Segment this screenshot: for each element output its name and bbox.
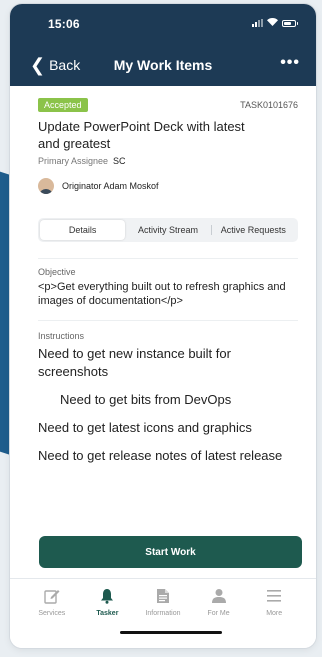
instructions-section: Instructions Need to get new instance bu… <box>38 320 298 465</box>
originator-label: Originator Adam Moskof <box>62 181 159 191</box>
more-options-icon[interactable]: ••• <box>280 54 300 72</box>
nav-bar: ❮ Back My Work Items ••• <box>10 42 316 86</box>
tabbar-item-tasker[interactable]: Tasker <box>81 587 133 617</box>
task-number: TASK0101676 <box>240 100 298 110</box>
tab-details-label: Details <box>68 225 97 235</box>
task-title: Update PowerPoint Deck with latest and g… <box>38 119 245 151</box>
tabbar-label: For Me <box>207 610 230 617</box>
tabbar-item-services[interactable]: Services <box>26 587 78 617</box>
task-details: Accepted TASK0101676 Update PowerPoint D… <box>10 98 316 465</box>
objective-text: <p>Get everything built out to refresh g… <box>38 281 286 307</box>
primary-assignee: Primary Assignee SC <box>38 156 298 166</box>
objective-label: Objective <box>38 267 76 277</box>
status-icons <box>252 18 298 28</box>
page-title: My Work Items <box>113 57 213 73</box>
tabbar-label: Tasker <box>96 610 119 617</box>
assignee-value: SC <box>113 156 126 166</box>
tabbar-item-information[interactable]: Information <box>137 587 189 617</box>
menu-icon <box>265 587 283 605</box>
task-meta-row: Accepted TASK0101676 <box>38 98 298 112</box>
avatar <box>38 178 54 194</box>
wifi-icon <box>267 18 278 28</box>
instruction-line: Need to get release notes of latest rele… <box>38 448 283 463</box>
status-time: 15:06 <box>48 17 80 31</box>
start-work-button[interactable]: Start Work <box>39 536 302 568</box>
tab-activity-stream-label: Activity Stream <box>137 225 198 235</box>
instructions-label: Instructions <box>38 331 85 341</box>
bell-icon <box>98 587 116 605</box>
tabbar-item-for-me[interactable]: For Me <box>193 587 245 617</box>
document-icon <box>154 587 172 605</box>
tabbar-label: Information <box>145 610 181 617</box>
tab-active-requests-label: Active Requests <box>220 225 286 235</box>
pencil-icon <box>43 587 61 605</box>
instruction-line: Need to get latest icons and graphics <box>38 420 252 435</box>
tabbar-label: Services <box>38 610 66 617</box>
phone-screen: 15:06 ❮ Back My Work Items ••• Accepted … <box>10 4 316 648</box>
detail-tabs: Details Activity Stream Active Requests <box>38 218 298 242</box>
app-header: 15:06 ❮ Back My Work Items ••• <box>10 4 316 86</box>
instruction-line: Need to get bits from DevOps <box>60 392 232 407</box>
signal-icon <box>252 19 263 27</box>
person-icon <box>210 587 228 605</box>
tabbar-item-more[interactable]: More <box>248 587 300 617</box>
status-badge: Accepted <box>38 98 88 112</box>
objective-section: Objective <p>Get everything built out to… <box>38 258 298 308</box>
tabbar-label: More <box>266 610 283 617</box>
tab-activity-stream[interactable]: Activity Stream <box>125 220 210 240</box>
home-indicator <box>120 631 222 634</box>
originator: Originator Adam Moskof <box>38 178 298 194</box>
instruction-line: Need to get new instance built for scree… <box>38 346 231 379</box>
status-bar: 15:06 <box>10 4 316 42</box>
battery-icon <box>282 19 298 27</box>
assignee-label: Primary Assignee <box>38 156 109 166</box>
tab-active-requests[interactable]: Active Requests <box>210 220 296 240</box>
tab-details[interactable]: Details <box>40 220 126 240</box>
bottom-tab-bar: Services Tasker Information For Me More <box>10 578 316 648</box>
